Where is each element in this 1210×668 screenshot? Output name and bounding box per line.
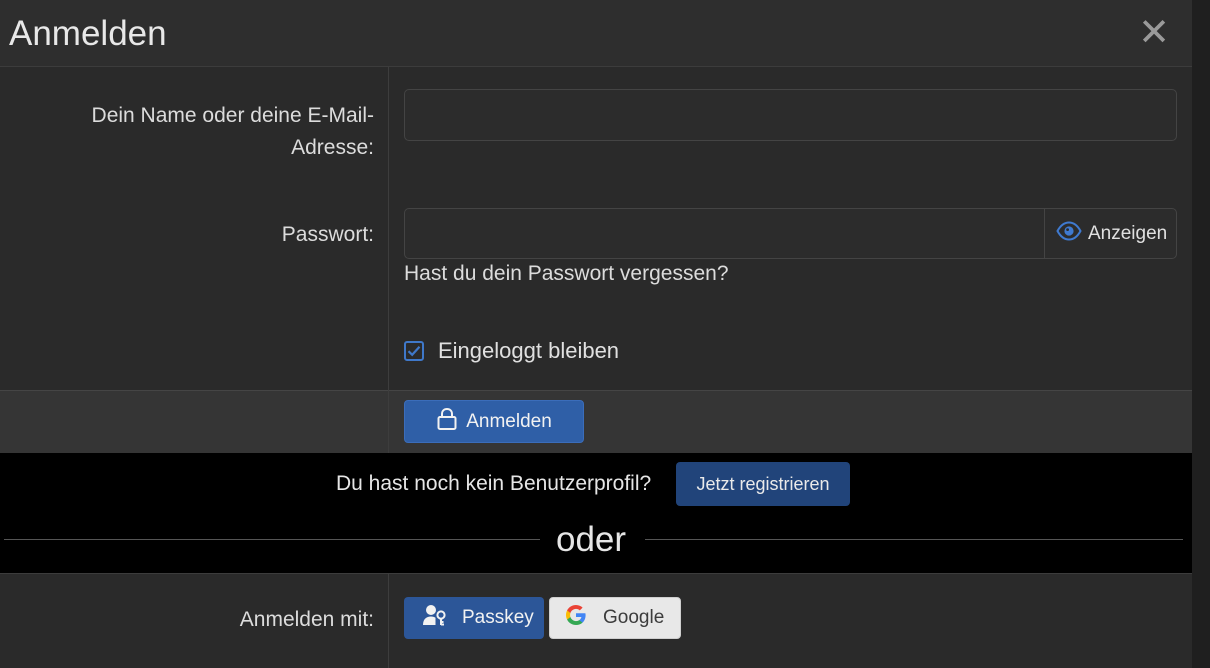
dialog-header: Anmelden ✕ bbox=[0, 0, 1192, 67]
dialog-title: Anmelden bbox=[9, 14, 167, 53]
password-label: Passwort: bbox=[281, 223, 374, 246]
forgot-password-link[interactable]: Hast du dein Passwort vergessen? bbox=[404, 262, 729, 286]
login-dialog: Anmelden ✕ Dein Name oder deine E-Mail-A… bbox=[0, 0, 1192, 668]
column-divider bbox=[388, 67, 389, 390]
username-label: Dein Name oder deine E-Mail-Adresse: bbox=[91, 104, 374, 159]
remember-me-row[interactable]: Eingeloggt bleiben bbox=[404, 338, 619, 364]
separator-line-right bbox=[645, 539, 1183, 540]
social-login-label: Anmelden mit: bbox=[239, 608, 374, 631]
register-prompt: Du hast noch kein Benutzerprofil? bbox=[336, 472, 652, 495]
eye-icon bbox=[1056, 220, 1082, 247]
submit-bar bbox=[0, 390, 1192, 453]
separator-line-left bbox=[4, 539, 540, 540]
show-password-button[interactable]: Anzeigen bbox=[1044, 208, 1177, 259]
lock-icon bbox=[436, 407, 458, 437]
passkey-label: Passkey bbox=[462, 607, 534, 628]
password-input[interactable] bbox=[404, 208, 1045, 259]
column-divider bbox=[388, 573, 389, 668]
close-icon[interactable]: ✕ bbox=[1138, 14, 1170, 52]
login-button-label: Anmelden bbox=[466, 410, 552, 432]
check-icon bbox=[407, 346, 421, 357]
show-password-label: Anzeigen bbox=[1088, 222, 1168, 244]
passkey-button[interactable]: Passkey bbox=[404, 597, 544, 639]
remember-me-checkbox[interactable] bbox=[404, 341, 424, 361]
login-button[interactable]: Anmelden bbox=[404, 400, 584, 443]
background-strip bbox=[1192, 0, 1210, 668]
google-logo-icon bbox=[565, 604, 587, 632]
google-label: Google bbox=[603, 607, 665, 628]
user-key-icon bbox=[422, 603, 448, 633]
remember-me-label: Eingeloggt bleiben bbox=[438, 338, 620, 363]
column-divider bbox=[388, 390, 389, 453]
username-input[interactable] bbox=[404, 89, 1177, 141]
register-button[interactable]: Jetzt registrieren bbox=[676, 462, 850, 506]
google-button[interactable]: Google bbox=[549, 597, 681, 639]
separator-text: oder bbox=[556, 520, 627, 559]
